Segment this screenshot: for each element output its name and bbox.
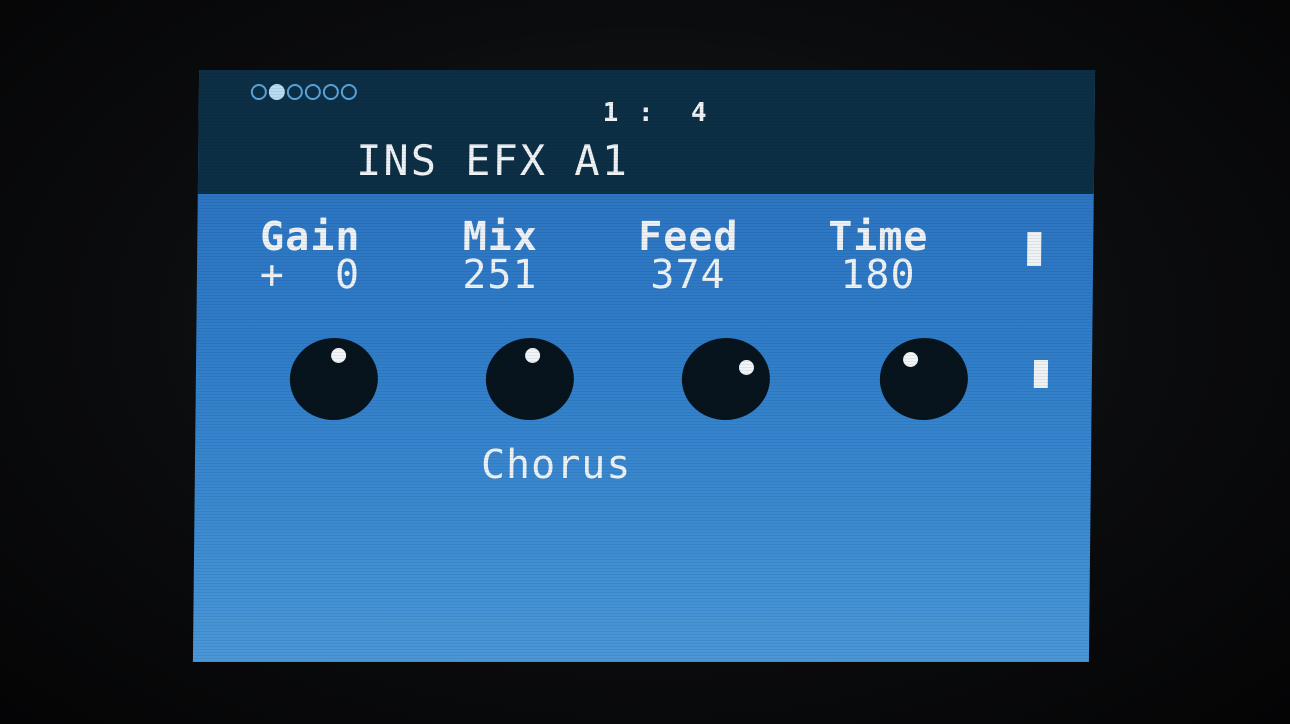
page-dot-4[interactable] (304, 84, 321, 100)
page-dot-5[interactable] (322, 84, 339, 100)
knob-indicator (524, 347, 540, 363)
page-indicator (250, 84, 357, 100)
page-dot-3[interactable] (286, 84, 303, 100)
param-feed-value: 374 (650, 252, 726, 298)
knob-indicator (739, 359, 755, 375)
page-dot-2[interactable] (268, 84, 285, 100)
param-gain[interactable]: Gain + 0 (235, 214, 386, 298)
page-title: INS EFX A1 (355, 136, 630, 185)
position-readout: 1 : 4 (602, 98, 709, 128)
scroll-indicator-bottom (1033, 360, 1049, 388)
effect-type-label: Chorus (480, 442, 632, 488)
knob-indicator (902, 351, 918, 367)
device-bezel: 1 : 4 INS EFX A1 Gain + 0 Mix 251 Feed 3… (0, 0, 1290, 724)
param-mix-value: 251 (462, 252, 538, 298)
knob-gain[interactable] (289, 338, 379, 420)
param-gain-value: + 0 (259, 252, 361, 298)
knob-mix[interactable] (485, 338, 575, 420)
knob-indicator (330, 347, 346, 363)
param-time-value: 180 (840, 252, 916, 298)
param-mix[interactable]: Mix 251 (425, 214, 576, 298)
knob-feed[interactable] (681, 338, 771, 420)
param-time[interactable]: Time 180 (803, 214, 954, 298)
param-feed[interactable]: Feed 374 (613, 214, 764, 298)
scroll-indicator-top (1027, 232, 1042, 266)
header-bar: 1 : 4 INS EFX A1 (197, 70, 1096, 194)
page-dot-1[interactable] (250, 84, 267, 100)
page-dot-6[interactable] (340, 84, 357, 100)
knob-time[interactable] (879, 338, 969, 420)
lcd-screen: 1 : 4 INS EFX A1 Gain + 0 Mix 251 Feed 3… (192, 70, 1096, 662)
